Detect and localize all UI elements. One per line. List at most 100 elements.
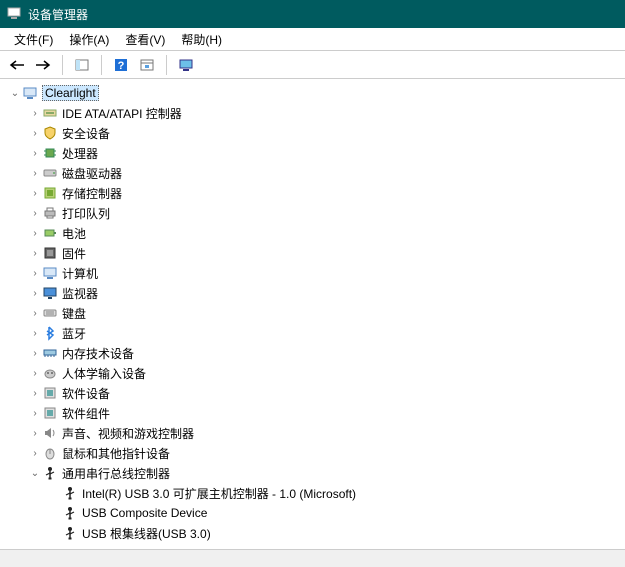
spacer: · [48, 488, 62, 499]
tree-node[interactable]: › 打印队列 [28, 203, 625, 223]
sound-icon [42, 425, 58, 441]
tree-node[interactable]: · Intel(R) USB 3.0 可扩展主机控制器 - 1.0 (Micros… [48, 483, 625, 503]
toolbar: ? [0, 50, 625, 78]
chevron-right-icon[interactable]: › [28, 128, 42, 139]
chevron-right-icon[interactable]: › [28, 368, 42, 379]
chevron-right-icon[interactable]: › [28, 108, 42, 119]
tree-node[interactable]: › 鼠标和其他指针设备 [28, 443, 625, 463]
keyboard-icon [42, 305, 58, 321]
tree-node[interactable]: › 存储控制器 [28, 183, 625, 203]
tree-node[interactable]: › 键盘 [28, 303, 625, 323]
show-hide-console-button[interactable] [71, 54, 93, 76]
chevron-right-icon[interactable]: › [28, 188, 42, 199]
tree-node[interactable]: › 固件 [28, 243, 625, 263]
chevron-right-icon[interactable]: › [28, 388, 42, 399]
disk-icon [42, 165, 58, 181]
tree-node-label: 鼠标和其他指针设备 [62, 445, 170, 462]
tree-node[interactable]: ›软件组件 [28, 403, 625, 423]
menu-bar: 文件(F) 操作(A) 查看(V) 帮助(H) [0, 28, 625, 50]
menu-action[interactable]: 操作(A) [61, 29, 117, 50]
tree-node-label: 人体学输入设备 [62, 365, 146, 382]
spacer: · [48, 528, 62, 539]
tree-node[interactable]: ⌄ 通用串行总线控制器 [28, 463, 625, 483]
menu-view[interactable]: 查看(V) [117, 29, 173, 50]
title-bar: 设备管理器 [0, 0, 625, 28]
bluetooth-icon [42, 325, 58, 341]
tree-node-label: 软件设备 [62, 385, 110, 402]
toolbar-separator [62, 55, 63, 75]
chevron-right-icon[interactable]: › [28, 228, 42, 239]
chevron-right-icon[interactable]: › [28, 348, 42, 359]
window-title: 设备管理器 [28, 6, 88, 23]
tree-node[interactable]: ›IDE ATA/ATAPI 控制器 [28, 103, 625, 123]
tree-node-label: 固件 [62, 245, 86, 262]
tree-node[interactable]: › 电池 [28, 223, 625, 243]
usb-icon [62, 485, 78, 501]
tree-node-label: 打印队列 [62, 205, 110, 222]
menu-help[interactable]: 帮助(H) [173, 29, 230, 50]
usb-icon [62, 505, 78, 521]
tree-node-label: 处理器 [62, 145, 98, 162]
tree-node[interactable]: › 人体学输入设备 [28, 363, 625, 383]
chevron-right-icon[interactable]: › [28, 248, 42, 259]
tree-node-label: 安全设备 [62, 125, 110, 142]
chevron-right-icon[interactable]: › [28, 448, 42, 459]
tree-node-label: 监视器 [62, 285, 98, 302]
tree-node-label: 电池 [62, 225, 86, 242]
chevron-right-icon[interactable]: › [28, 408, 42, 419]
monitor-icon [42, 285, 58, 301]
tree-node[interactable]: ›磁盘驱动器 [28, 163, 625, 183]
tree-node[interactable]: ›蓝牙 [28, 323, 625, 343]
tree-node[interactable]: · USB 根集线器(USB 3.0) [48, 523, 625, 543]
tree-node-label: 声音、视频和游戏控制器 [62, 425, 194, 442]
tree-node-label: 键盘 [62, 305, 86, 322]
properties-button[interactable] [136, 54, 158, 76]
tree-node-label: USB Composite Device [82, 506, 207, 520]
chevron-right-icon[interactable]: › [28, 308, 42, 319]
svg-text:?: ? [118, 60, 125, 72]
software-icon [42, 405, 58, 421]
usb-icon [42, 465, 58, 481]
status-bar [0, 549, 625, 567]
tree-node-label: USB 根集线器(USB 3.0) [82, 525, 211, 542]
cpu-icon [42, 145, 58, 161]
menu-file[interactable]: 文件(F) [6, 29, 61, 50]
tree-node[interactable]: › 处理器 [28, 143, 625, 163]
tree-node-label: Clearlight [42, 85, 99, 101]
toolbar-separator [101, 55, 102, 75]
chevron-right-icon[interactable]: › [28, 168, 42, 179]
tree-node[interactable]: ·USB Composite Device [48, 503, 625, 523]
software-icon [42, 385, 58, 401]
tree-node[interactable]: ›计算机 [28, 263, 625, 283]
app-icon [6, 6, 22, 22]
device-tree[interactable]: ⌄Clearlight›IDE ATA/ATAPI 控制器›安全设备›处理器›磁… [0, 78, 625, 549]
usb-icon [62, 525, 78, 541]
help-button[interactable]: ? [110, 54, 132, 76]
ide-icon [42, 105, 58, 121]
chevron-right-icon[interactable]: › [28, 208, 42, 219]
battery-icon [42, 225, 58, 241]
tree-node-label: 通用串行总线控制器 [62, 465, 170, 482]
tree-node-label: Intel(R) USB 3.0 可扩展主机控制器 - 1.0 (Microso… [82, 485, 356, 502]
tree-node[interactable]: › 安全设备 [28, 123, 625, 143]
chevron-right-icon[interactable]: › [28, 328, 42, 339]
chevron-right-icon[interactable]: › [28, 148, 42, 159]
tree-node[interactable]: › 监视器 [28, 283, 625, 303]
chevron-down-icon[interactable]: ⌄ [28, 468, 42, 479]
tree-node[interactable]: › 软件设备 [28, 383, 625, 403]
back-button[interactable] [6, 54, 28, 76]
tree-node[interactable]: › 内存技术设备 [28, 343, 625, 363]
tree-node-label: 存储控制器 [62, 185, 122, 202]
chevron-down-icon[interactable]: ⌄ [8, 88, 22, 99]
computer-icon [22, 85, 38, 101]
chevron-right-icon[interactable]: › [28, 288, 42, 299]
forward-button[interactable] [32, 54, 54, 76]
chevron-right-icon[interactable]: › [28, 268, 42, 279]
scan-hardware-button[interactable] [175, 54, 197, 76]
memory-icon [42, 345, 58, 361]
chevron-right-icon[interactable]: › [28, 428, 42, 439]
tree-node-label: 内存技术设备 [62, 345, 134, 362]
tree-root-node[interactable]: ⌄ Clearlight [8, 83, 625, 103]
tree-node[interactable]: › 声音、视频和游戏控制器 [28, 423, 625, 443]
storage-icon [42, 185, 58, 201]
